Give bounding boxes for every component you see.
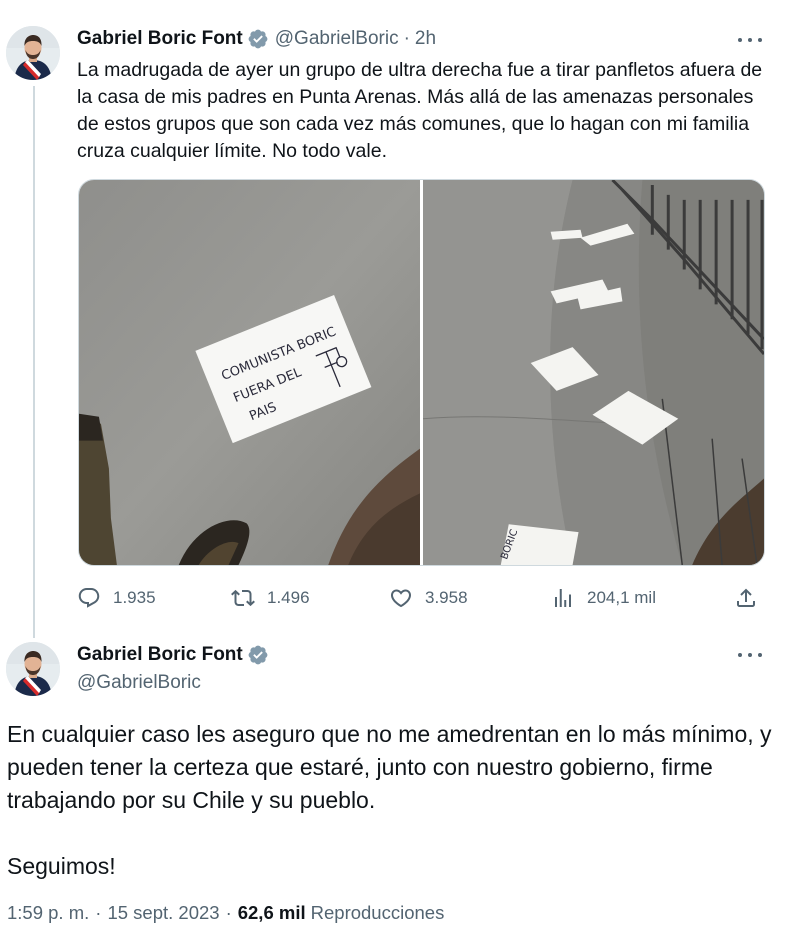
views-label: Reproducciones [310,902,445,923]
separator-dot: · [95,902,102,923]
reply-button[interactable]: 1.935 [77,584,156,612]
repost-button[interactable]: 1.496 [231,584,310,612]
photo-image: BORIC [423,180,764,565]
separator-dot: · [403,28,410,49]
tweet-metadata: 1:59 p. m. · 15 sept. 2023 · 62,6 mil Re… [7,902,444,924]
views-count: 204,1 mil [587,588,656,607]
photo-pamphlet-on-ground[interactable]: COMUNISTA BORIC FUERA DEL PAIS [79,180,420,565]
repost-count: 1.496 [267,588,310,607]
reply-count: 1.935 [113,588,156,607]
views-icon [555,589,571,607]
tweet-time[interactable]: 1:59 p. m. [7,902,89,924]
tweet-timestamp[interactable]: 2h [415,28,436,50]
share-button[interactable] [734,584,758,612]
more-icon [738,38,742,42]
tweet-text: La madrugada de ayer un grupo de ultra d… [77,59,763,162]
tweet-paragraph-1: En cualquier caso les aseguro que no me … [7,721,772,813]
tweet-actions-bar: 1.935 1.496 3.958 204,1 mil [77,584,767,612]
separator-dot: · [225,902,232,923]
tweet-date[interactable]: 15 sept. 2023 [107,902,219,924]
more-options-button[interactable] [736,30,764,50]
repost-icon [231,589,255,607]
views-button[interactable]: 204,1 mil [551,584,656,612]
photo-pamphlets-on-sidewalk[interactable]: BORIC [423,180,764,565]
photo-image: COMUNISTA BORIC FUERA DEL PAIS [79,180,420,565]
reply-icon [78,588,100,608]
author-handle[interactable]: @GabrielBoric [77,670,269,696]
author-avatar[interactable] [6,642,60,696]
share-icon [737,588,755,607]
like-button[interactable]: 3.958 [389,584,468,612]
thread-connector-line [33,86,35,638]
like-count: 3.958 [425,588,468,607]
more-icon [738,653,742,657]
verified-badge-icon [247,644,269,666]
avatar-image [6,26,60,80]
more-options-button[interactable] [736,645,764,665]
tweet-header: Gabriel Boric Font @GabrielBoric [77,642,269,696]
tweet-media[interactable]: COMUNISTA BORIC FUERA DEL PAIS BORIC [78,179,765,566]
like-icon [390,589,412,608]
views-count: 62,6 mil [237,902,306,923]
author-avatar[interactable] [6,26,60,80]
author-name[interactable]: Gabriel Boric Font [77,644,243,666]
tweet-text: En cualquier caso les aseguro que no me … [7,718,787,883]
author-name[interactable]: Gabriel Boric Font [77,28,243,50]
author-handle[interactable]: @GabrielBoric [275,28,399,50]
tweet-header: Gabriel Boric Font @GabrielBoric · 2h [77,26,436,52]
verified-badge-icon [247,28,269,50]
avatar-image [6,642,60,696]
tweet-paragraph-2: Seguimos! [7,853,116,879]
